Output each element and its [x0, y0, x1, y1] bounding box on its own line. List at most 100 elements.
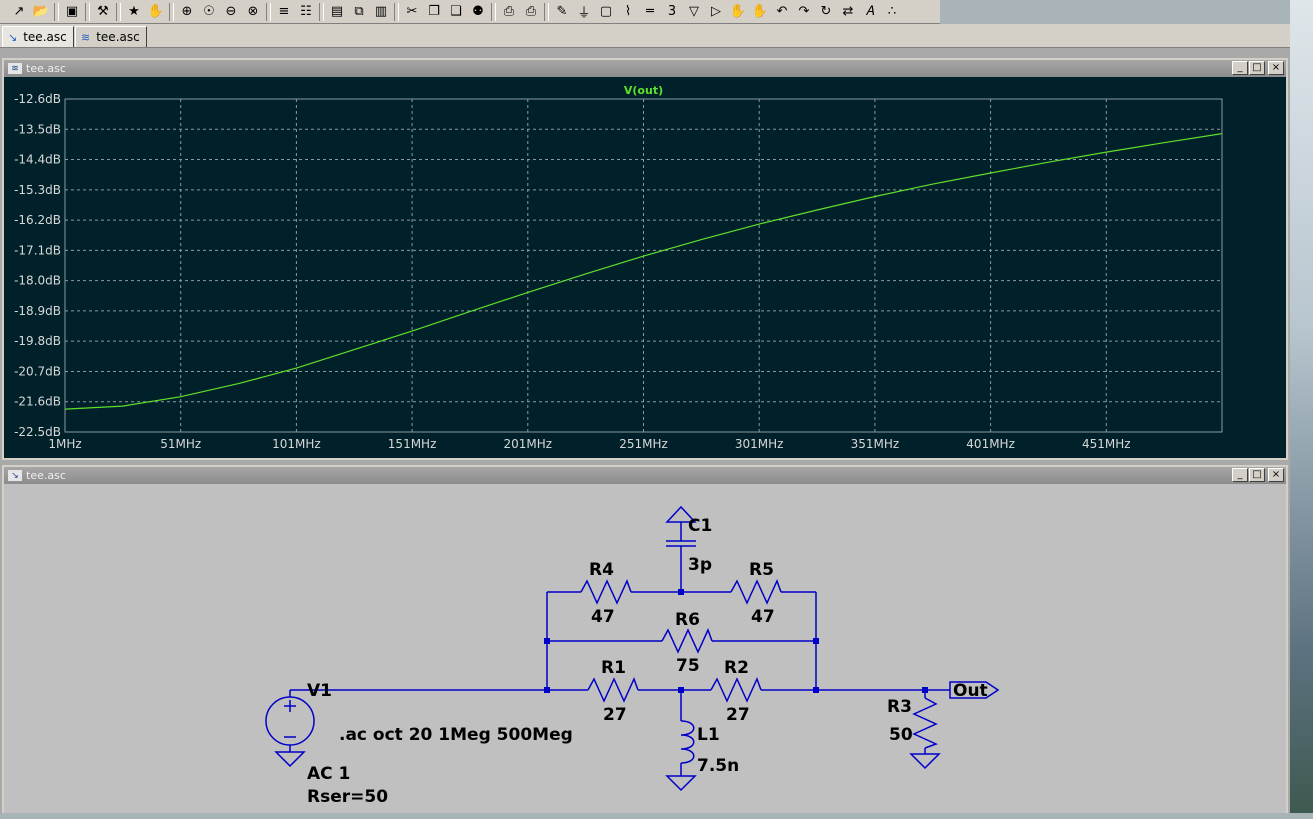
r4-resistor[interactable] [580, 579, 632, 605]
spice-directive-icon[interactable]: ∴ [881, 2, 903, 22]
inductor-icon[interactable]: 3 [661, 2, 683, 22]
rotate-icon[interactable]: ↻ [815, 2, 837, 22]
save-icon[interactable]: ▣ [61, 2, 83, 22]
toolbar-separator [544, 2, 549, 21]
x-tick-label: 201MHz [504, 437, 553, 451]
cut-icon[interactable]: ✂ [401, 2, 423, 22]
v1-rser: Rser=50 [307, 787, 388, 807]
tab-waveform[interactable]: ≋ tee.asc [75, 26, 147, 47]
junction-dot [678, 687, 684, 693]
print-icon[interactable]: ⎙ [520, 2, 542, 22]
move-hand-icon[interactable]: ✋ [727, 2, 749, 22]
resistor-icon[interactable]: ⌇ [617, 2, 639, 22]
waveform-window: ≋ tee.asc _ □ × -12.6dB -13.5dB -14.4dB -15… [2, 58, 1288, 460]
out-label-text: Out [953, 681, 988, 701]
ground-icon[interactable]: ⏚ [573, 2, 595, 22]
x-tick-label: 151MHz [388, 437, 437, 451]
find-icon[interactable]: ⚉ [467, 2, 489, 22]
r1-resistor[interactable] [587, 677, 639, 703]
x-tick-label: 1MHz [48, 437, 81, 451]
label-net-icon[interactable]: ▢ [595, 2, 617, 22]
junction-dot [544, 638, 550, 644]
l1-inductor[interactable] [680, 720, 695, 764]
grid-icon[interactable]: ☷ [295, 2, 317, 22]
ground-symbol [909, 753, 941, 770]
component-icon[interactable]: ▷ [705, 2, 727, 22]
toolbar-separator [266, 2, 271, 21]
r1-name: R1 [601, 658, 626, 678]
x-tick-label: 51MHz [160, 437, 201, 451]
y-tick-label: -16.2dB [14, 213, 61, 227]
diode-icon[interactable]: ▽ [683, 2, 705, 22]
toolbar-separator [54, 2, 59, 21]
cascade-icon[interactable]: ⧉ [348, 2, 370, 22]
waveform-icon: ≋ [81, 30, 91, 44]
y-tick-label: -20.7dB [14, 364, 61, 378]
schematic-window: ↘ tee.asc _ □ × C1 3p R4 47 R5 47 R6 75 … [2, 465, 1288, 813]
minimize-button[interactable]: _ [1232, 468, 1248, 482]
close-button[interactable]: × [1268, 468, 1284, 482]
r6-resistor[interactable] [661, 628, 713, 654]
draw-wire-icon[interactable]: ✎ [551, 2, 573, 22]
r5-name: R5 [749, 560, 774, 580]
undo-icon[interactable]: ↶ [771, 2, 793, 22]
tab-label: tee.asc [96, 30, 140, 44]
c1-name: C1 [688, 516, 712, 536]
schematic-canvas[interactable]: C1 3p R4 47 R5 47 R6 75 R1 27 R2 27 R3 5… [4, 484, 1286, 813]
run-icon[interactable]: ★ [123, 2, 145, 22]
text-icon[interactable]: 𝐴 [859, 2, 881, 22]
paste-icon[interactable]: ❑ [445, 2, 467, 22]
restore-button[interactable]: □ [1249, 61, 1265, 75]
y-tick-label: -21.6dB [14, 395, 61, 409]
schematic-drawing[interactable]: C1 3p R4 47 R5 47 R6 75 R1 27 R2 27 R3 5… [4, 484, 1286, 815]
waveform-window-titlebar[interactable]: ≋ tee.asc _ □ × [4, 60, 1286, 77]
r2-name: R2 [724, 658, 749, 678]
control-panel-icon[interactable]: ⚒ [92, 2, 114, 22]
tab-schematic[interactable]: ↘ tee.asc [2, 26, 74, 47]
drag-hand-icon[interactable]: ✋ [749, 2, 771, 22]
redo-icon[interactable]: ↷ [793, 2, 815, 22]
autorange-icon[interactable]: ≡ [273, 2, 295, 22]
r5-resistor[interactable] [730, 579, 782, 605]
window-title: tee.asc [26, 469, 66, 482]
toolbar-separator [169, 2, 174, 21]
r2-resistor[interactable] [710, 677, 762, 703]
capacitor-icon[interactable]: ═ [639, 2, 661, 22]
toolbar-separator [116, 2, 121, 21]
halt-icon[interactable]: ✋ [145, 2, 167, 22]
ground-symbol [274, 751, 306, 768]
pan-icon[interactable]: ☉ [198, 2, 220, 22]
r3-resistor[interactable] [912, 697, 938, 749]
mirror-icon[interactable]: ⇄ [837, 2, 859, 22]
new-schematic-icon[interactable]: ↗ [8, 2, 30, 22]
junction-dot [544, 687, 550, 693]
x-tick-label: 101MHz [272, 437, 321, 451]
minimize-button[interactable]: _ [1232, 61, 1248, 75]
tab-label: tee.asc [23, 30, 67, 44]
r4-name: R4 [589, 560, 614, 580]
window-title: tee.asc [26, 62, 66, 75]
ground-symbol [665, 775, 697, 792]
tile-horizontal-icon[interactable]: ▤ [326, 2, 348, 22]
l1-value: 7.5n [697, 756, 739, 776]
copy-icon[interactable]: ❐ [423, 2, 445, 22]
r6-name: R6 [675, 610, 700, 630]
zoom-in-icon[interactable]: ⊕ [176, 2, 198, 22]
r4-value: 47 [591, 607, 615, 627]
zoom-out-icon[interactable]: ⊖ [220, 2, 242, 22]
print-setup-icon[interactable]: ⎙ [498, 2, 520, 22]
restore-button[interactable]: □ [1249, 468, 1265, 482]
toolbar-separator [319, 2, 324, 21]
plot-area[interactable]: -12.6dB -13.5dB -14.4dB -15.3dB -16.2dB -17.1… [4, 77, 1286, 458]
schematic-window-titlebar[interactable]: ↘ tee.asc _ □ × [4, 467, 1286, 484]
y-tick-label: -19.8dB [14, 334, 61, 348]
waveform-chart[interactable]: -12.6dB -13.5dB -14.4dB -15.3dB -16.2dB -17.1… [4, 77, 1286, 458]
close-button[interactable]: × [1268, 61, 1284, 75]
x-tick-label: 251MHz [619, 437, 668, 451]
tile-vertical-icon[interactable]: ▥ [370, 2, 392, 22]
zoom-fit-icon[interactable]: ⊗ [242, 2, 264, 22]
spice-directive[interactable]: .ac oct 20 1Meg 500Meg [339, 725, 573, 745]
y-tick-label: -12.6dB [14, 92, 61, 106]
c1-value: 3p [688, 555, 712, 575]
open-icon[interactable]: 📂 [30, 2, 52, 22]
